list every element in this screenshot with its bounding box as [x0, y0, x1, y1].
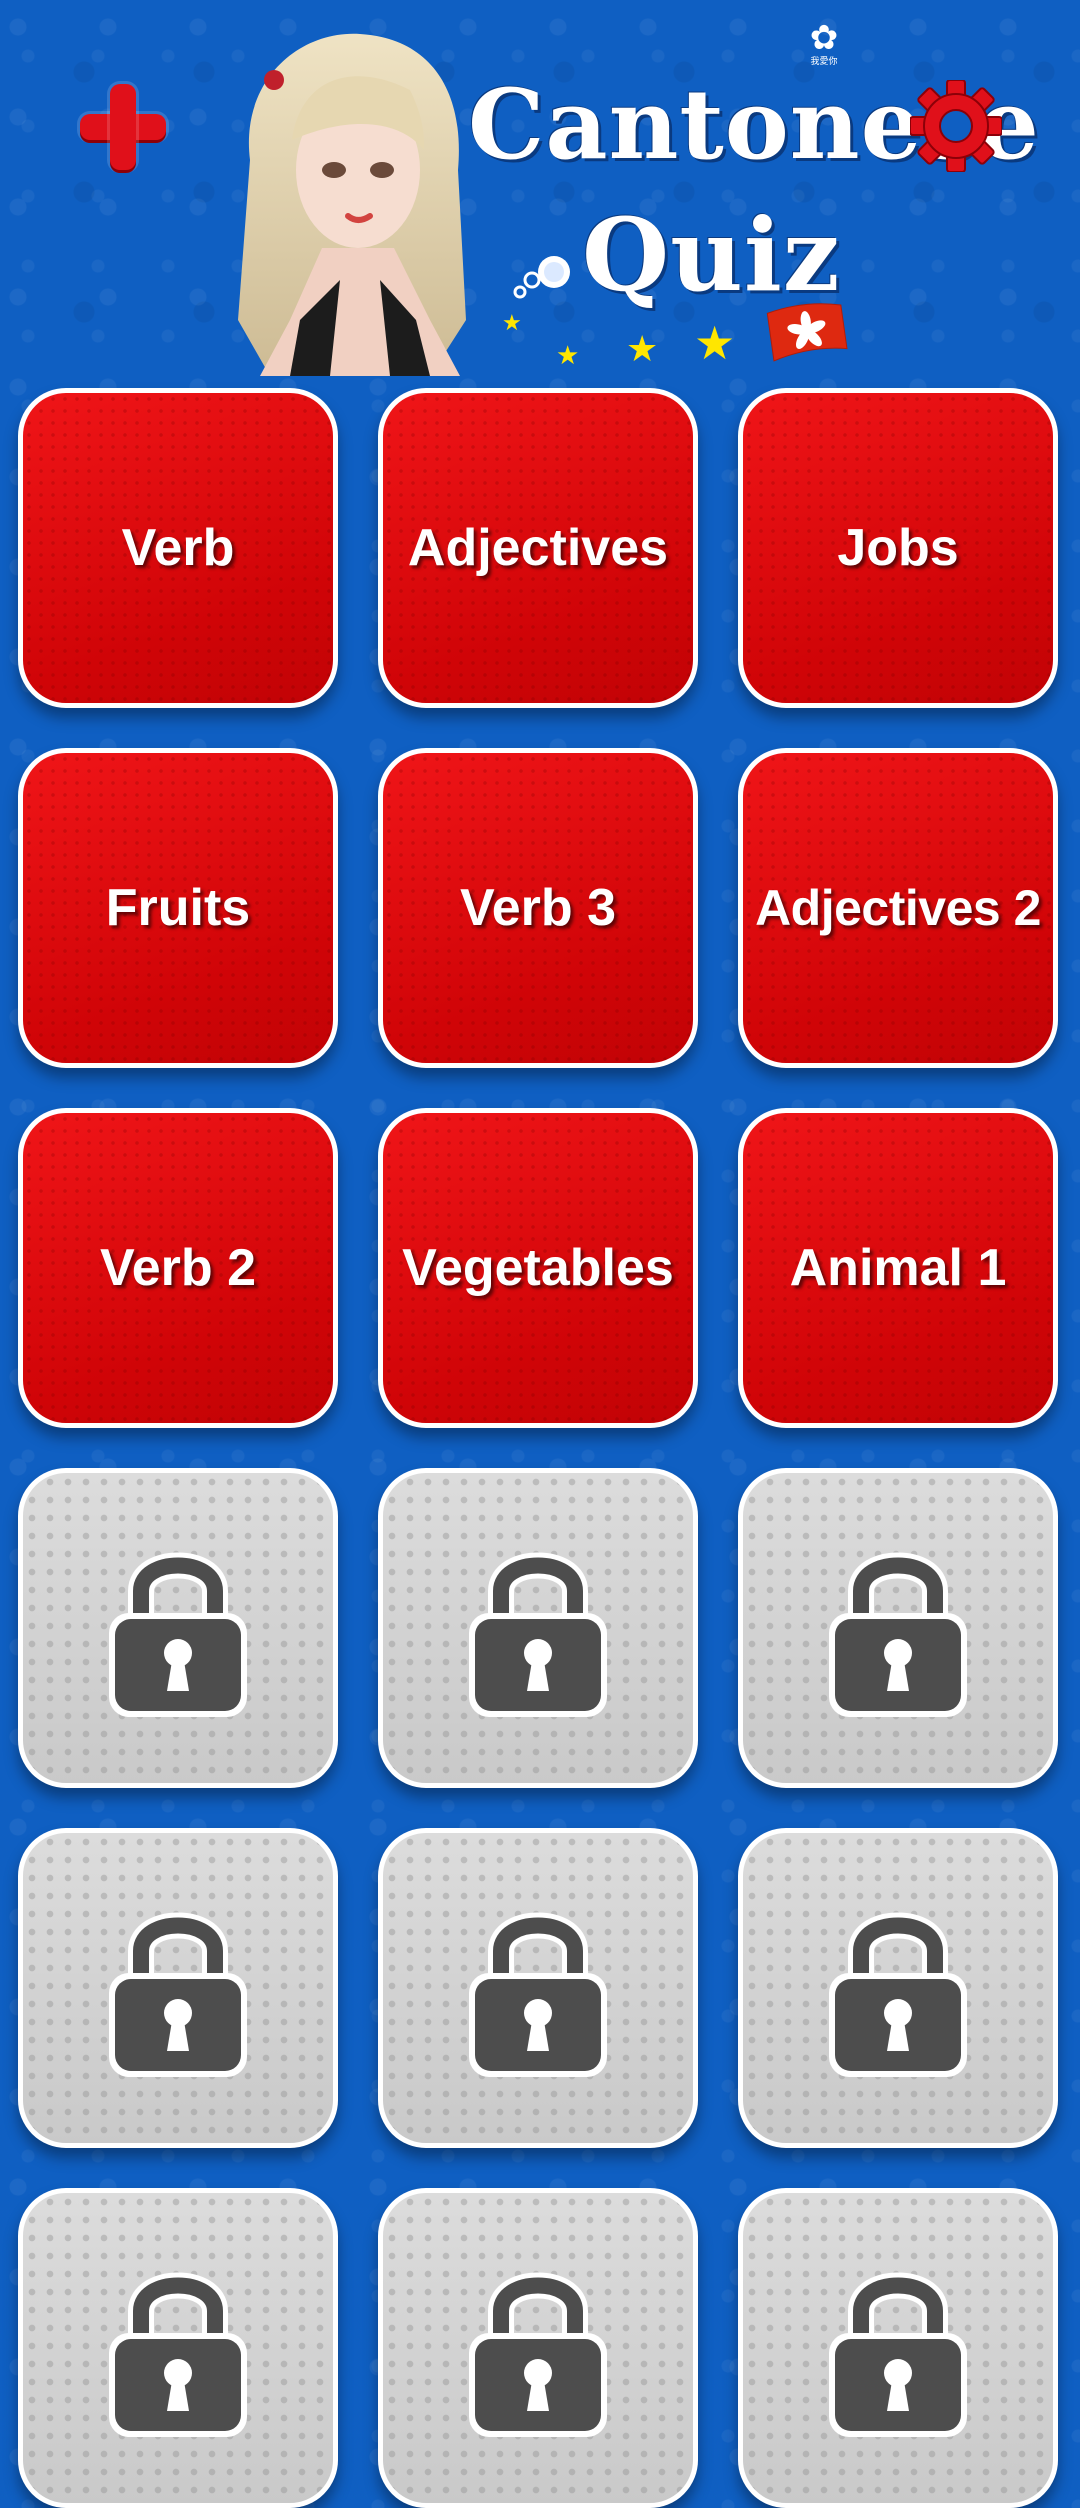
star-icon: ★: [556, 340, 580, 370]
category-label: Verb 2: [99, 1239, 257, 1297]
category-tile[interactable]: Adjectives 2: [738, 748, 1058, 1068]
lock-icon: [829, 1552, 967, 1717]
settings-button[interactable]: [909, 79, 1003, 173]
category-label: Jobs: [837, 519, 959, 577]
character-portrait: [238, 33, 466, 376]
bauhinia-icon: ✿: [809, 19, 839, 57]
category-label: Adjectives 2: [755, 880, 1041, 936]
category-tile-locked[interactable]: [738, 2188, 1058, 2508]
star-icon: ★: [626, 328, 659, 369]
hong-kong-flag-icon: [766, 303, 848, 362]
category-tile[interactable]: Fruits: [18, 748, 338, 1068]
category-label: Verb 3: [459, 879, 617, 937]
bubbles-decoration: [513, 256, 570, 299]
lock-icon: [829, 2272, 967, 2437]
lock-icon: [469, 2272, 607, 2437]
lock-icon: [109, 2272, 247, 2437]
category-tile-locked[interactable]: [738, 1828, 1058, 2148]
title-banner: ✿ 我愛你 Cantonese Quiz ★ ★ ★ ★: [230, 10, 1039, 376]
category-tile[interactable]: Verb: [18, 388, 338, 708]
category-tile-locked[interactable]: [18, 1468, 338, 1788]
category-tile-locked[interactable]: [378, 1828, 698, 2148]
brand-logo-text: 我愛你: [810, 56, 838, 66]
category-tile[interactable]: Vegetables: [378, 1108, 698, 1428]
lock-icon: [469, 1552, 607, 1717]
category-tile[interactable]: Jobs: [738, 388, 1058, 708]
app-header: ✿ 我愛你 Cantonese Quiz ★ ★ ★ ★: [0, 0, 1080, 380]
category-tile[interactable]: Adjectives: [378, 388, 698, 708]
category-label: Fruits: [105, 879, 251, 937]
category-grid: Verb Adjectives Jobs Fruits Verb 3 Adjectives…: [18, 388, 1064, 2508]
add-button[interactable]: [80, 84, 166, 170]
star-icon: ★: [502, 310, 522, 335]
category-tile-locked[interactable]: [18, 1828, 338, 2148]
gear-icon: [909, 79, 1003, 173]
lock-icon: [109, 1552, 247, 1717]
category-tile-locked[interactable]: [378, 2188, 698, 2508]
lock-icon: [109, 1912, 247, 2077]
star-icon: ★: [694, 317, 736, 369]
category-tile[interactable]: Verb 3: [378, 748, 698, 1068]
category-label: Animal 1: [789, 1239, 1007, 1297]
category-tile-locked[interactable]: [378, 1468, 698, 1788]
lock-icon: [469, 1912, 607, 2077]
category-label: Adjectives: [407, 519, 669, 577]
category-tile-locked[interactable]: [738, 1468, 1058, 1788]
lock-icon: [829, 1912, 967, 2077]
category-tile[interactable]: Verb 2: [18, 1108, 338, 1428]
category-tile[interactable]: Animal 1: [738, 1108, 1058, 1428]
category-tile-locked[interactable]: [18, 2188, 338, 2508]
category-label: Vegetables: [402, 1239, 674, 1297]
app-title-line2: Quiz: [582, 196, 841, 314]
category-label: Verb: [121, 519, 235, 577]
